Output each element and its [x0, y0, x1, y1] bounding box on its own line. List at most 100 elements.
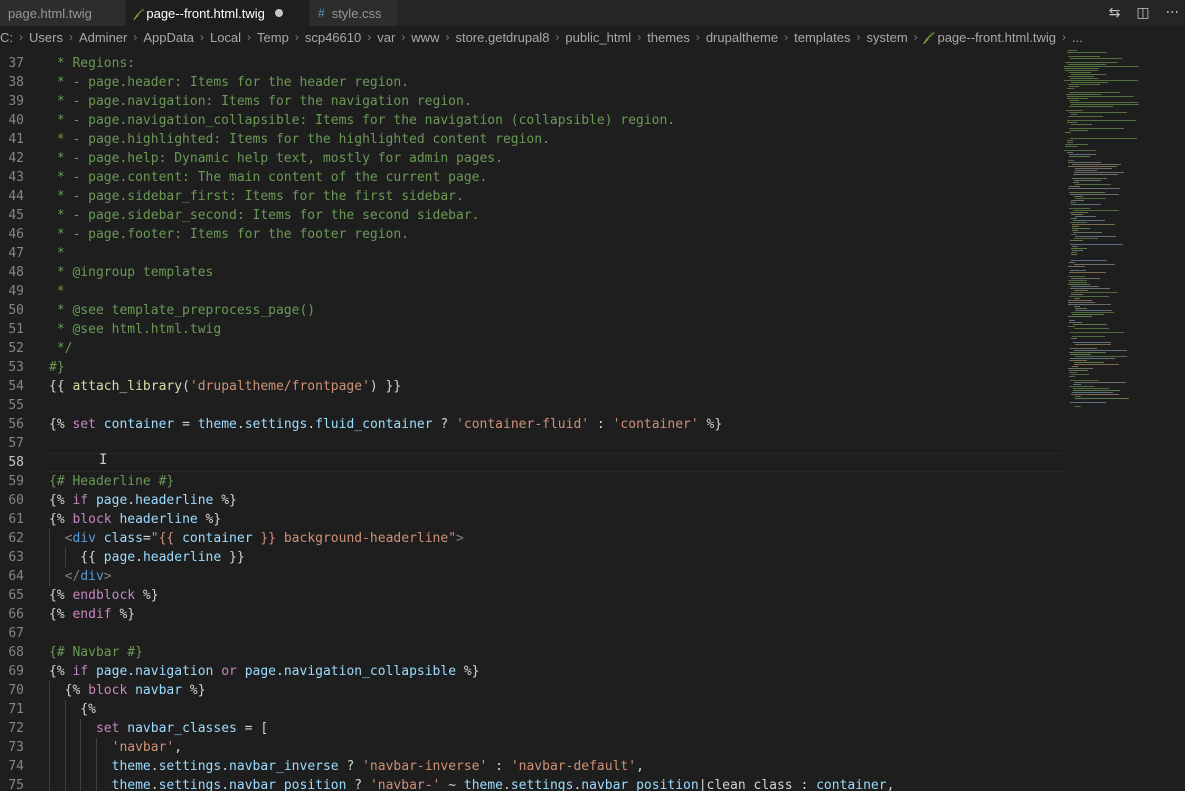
- minimap-line: [1069, 92, 1120, 93]
- code-line[interactable]: 70 {% block navbar %}: [0, 681, 1062, 700]
- editor-actions: ⇆ ◫ ···: [1109, 0, 1185, 26]
- code-token: container: [816, 778, 887, 791]
- chevron-right-icon: ›: [856, 30, 861, 44]
- code-line[interactable]: 66 {% endif %}: [0, 605, 1062, 624]
- breadcrumb-item[interactable]: Users: [29, 30, 63, 45]
- minimap-line: [1075, 398, 1129, 399]
- minimap-line: [1071, 338, 1077, 339]
- code-line[interactable]: 57: [0, 434, 1062, 453]
- minimap-line: [1069, 360, 1087, 361]
- code-text: * @ingroup templates: [49, 263, 214, 282]
- unsaved-dot-icon[interactable]: [274, 9, 283, 17]
- code-line[interactable]: 43 * - page.content: The main content of…: [0, 168, 1062, 187]
- code-line[interactable]: 73 'navbar',: [0, 738, 1062, 757]
- code-line[interactable]: 48 * @ingroup templates: [0, 263, 1062, 282]
- breadcrumb-item[interactable]: ...: [1072, 30, 1083, 45]
- chevron-right-icon: ›: [695, 30, 700, 44]
- code-line[interactable]: 62 <div class="{{ container }} backgroun…: [0, 529, 1062, 548]
- tab-page-front-html-twig[interactable]: 𝒻 page--front.html.twig: [126, 0, 310, 26]
- code-line[interactable]: 42 * - page.help: Dynamic help text, mos…: [0, 149, 1062, 168]
- line-number: 59: [8, 474, 24, 489]
- breadcrumb-item[interactable]: Temp: [257, 30, 289, 45]
- code-line[interactable]: 41 * - page.highlighted: Items for the h…: [0, 130, 1062, 149]
- code-line[interactable]: 44 * - page.sidebar_first: Items for the…: [0, 187, 1062, 206]
- breadcrumb-item[interactable]: www: [411, 30, 439, 45]
- split-editor-icon[interactable]: ◫: [1136, 5, 1149, 21]
- code-line[interactable]: 63 {{ page.headerline }}: [0, 548, 1062, 567]
- code-token: * - page.help: Dynamic help text, mostly…: [49, 151, 503, 166]
- breadcrumb-item[interactable]: public_html: [565, 30, 631, 45]
- code-line[interactable]: 60 {% if page.headerline %}: [0, 491, 1062, 510]
- code-line[interactable]: 40 * - page.navigation_collapsible: Item…: [0, 111, 1062, 130]
- code-line[interactable]: 59 {# Headerline #}: [0, 472, 1062, 491]
- code-line[interactable]: 46 * - page.footer: Items for the footer…: [0, 225, 1062, 244]
- tab-page-html-twig[interactable]: 𝒻page.html.twig: [0, 0, 126, 26]
- line-number: 54: [8, 379, 24, 394]
- code-text: {{ page.headerline }}: [49, 548, 244, 567]
- code-line[interactable]: 72 set navbar_classes = [: [0, 719, 1062, 738]
- line-number: 58: [8, 455, 24, 470]
- code-line[interactable]: 71 {%: [0, 700, 1062, 719]
- code-editor[interactable]: 37 * Regions: 38 * - page.header: Items f…: [0, 54, 1062, 791]
- minimap-line: [1069, 112, 1127, 113]
- code-line[interactable]: 67: [0, 624, 1062, 643]
- code-text: * - page.footer: Items for the footer re…: [49, 225, 409, 244]
- code-token: theme: [463, 778, 504, 791]
- breadcrumb-item[interactable]: var: [377, 30, 395, 45]
- code-line[interactable]: 69 {% if page.navigation or page.navigati…: [0, 662, 1062, 681]
- breadcrumb-item[interactable]: system: [866, 30, 907, 45]
- minimap-line: [1069, 86, 1079, 87]
- breadcrumb-item[interactable]: themes: [647, 30, 690, 45]
- code-line[interactable]: 39 * - page.navigation: Items for the na…: [0, 92, 1062, 111]
- minimap-line: [1068, 300, 1092, 301]
- code-line[interactable]: 38 * - page.header: Items for the header…: [0, 73, 1062, 92]
- open-changes-icon[interactable]: ⇆: [1109, 5, 1121, 21]
- line-number: 49: [8, 284, 24, 299]
- minimap-line: [1066, 110, 1083, 111]
- code-line[interactable]: 54 {{ attach_library('drupaltheme/frontpa…: [0, 377, 1062, 396]
- breadcrumb: C: › Users › Adminer › AppData › Local › Temp › scp4…: [0, 26, 1185, 48]
- code-line[interactable]: 37 * Regions:: [0, 54, 1062, 73]
- code-token: set: [95, 721, 120, 736]
- code-text: {% endif %}: [49, 605, 135, 624]
- code-line[interactable]: 65 {% endblock %}: [0, 586, 1062, 605]
- minimap-line: [1065, 70, 1098, 71]
- line-number: 75: [8, 778, 24, 791]
- code-line[interactable]: 51 * @see html.html.twig: [0, 320, 1062, 339]
- code-line[interactable]: 53 #}: [0, 358, 1062, 377]
- code-line[interactable]: 50 * @see template_preprocess_page(): [0, 301, 1062, 320]
- code-line[interactable]: 56 {% set container = theme.settings.flui…: [0, 415, 1062, 434]
- breadcrumb-item[interactable]: drupaltheme: [706, 30, 778, 45]
- breadcrumb-item[interactable]: store.getdrupal8: [455, 30, 549, 45]
- code-line[interactable]: 64 </div>: [0, 567, 1062, 586]
- minimap-line: [1070, 354, 1091, 355]
- breadcrumb-item[interactable]: Local: [210, 30, 241, 45]
- code-token: * - page.sidebar_first: Items for the fi…: [49, 189, 464, 204]
- code-line[interactable]: 55: [0, 396, 1062, 415]
- more-actions-icon[interactable]: ···: [1166, 5, 1179, 21]
- code-line[interactable]: 61 {% block headerline %}: [0, 510, 1062, 529]
- code-text: * - page.header: Items for the header re…: [49, 73, 409, 92]
- code-line[interactable]: 74 theme.settings.navbar_inverse ? 'navb…: [0, 757, 1062, 776]
- breadcrumb-item[interactable]: C:: [0, 30, 13, 45]
- code-text: * - page.highlighted: Items for the high…: [49, 130, 550, 149]
- code-token: .: [150, 759, 159, 774]
- code-line[interactable]: 47 *: [0, 244, 1062, 263]
- breadcrumb-item[interactable]: AppData: [143, 30, 194, 45]
- code-line[interactable]: 75 theme.settings.navbar_position ? 'nav…: [0, 776, 1062, 791]
- minimap-line: [1068, 316, 1092, 317]
- code-line[interactable]: 45 * - page.sidebar_second: Items for th…: [0, 206, 1062, 225]
- code-line[interactable]: 49 *: [0, 282, 1062, 301]
- breadcrumb-item[interactable]: templates: [794, 30, 850, 45]
- breadcrumb-item[interactable]: Adminer: [79, 30, 127, 45]
- code-line[interactable]: 68 {# Navbar #}: [0, 643, 1062, 662]
- code-token: </: [64, 569, 81, 584]
- code-line[interactable]: 58: [0, 453, 1062, 472]
- minimap[interactable]: [1062, 48, 1185, 791]
- tab-style-css[interactable]: # style.css: [310, 0, 398, 26]
- code-line[interactable]: 52 */: [0, 339, 1062, 358]
- breadcrumb-item[interactable]: scp46610: [305, 30, 361, 45]
- code-token: container: [182, 531, 253, 546]
- breadcrumb-item[interactable]: page--front.html.twig: [937, 30, 1056, 45]
